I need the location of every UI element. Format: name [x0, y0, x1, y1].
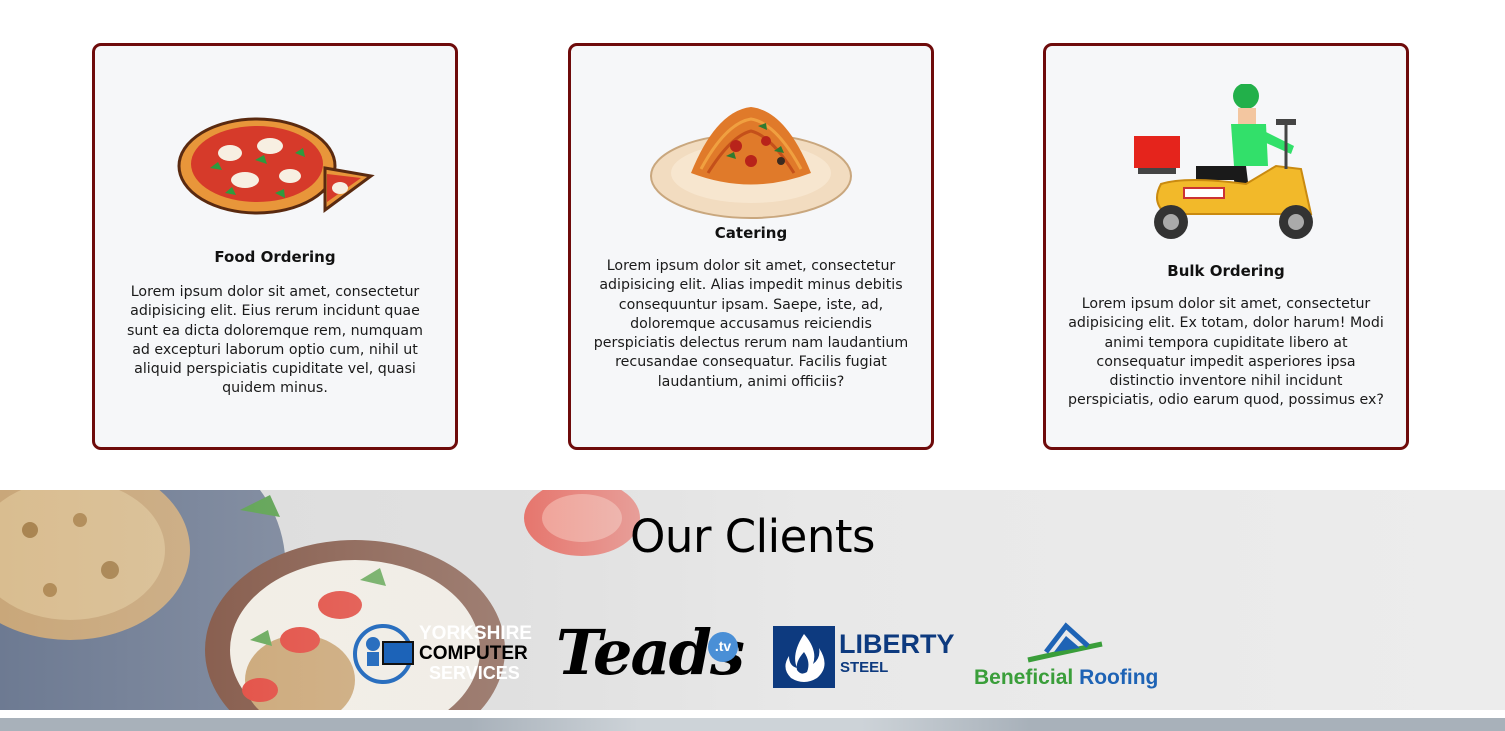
logo-text: YORKSHIRE [419, 623, 532, 644]
yorkshire-computer-services-logo[interactable]: YORKSHIRE COMPUTER SERVICES [353, 622, 533, 686]
footer-image-strip [0, 718, 1505, 731]
delivery-scooter-icon [1046, 84, 1406, 249]
logo-text: Roofing [1079, 666, 1159, 689]
service-description: Lorem ipsum dolor sit amet, consectetur … [127, 284, 423, 397]
roof-icon [1027, 622, 1103, 663]
service-card-bulk-ordering: Bulk Ordering Lorem ipsum dolor sit amet… [1043, 43, 1409, 450]
footer-image-highlight [470, 718, 1030, 731]
pizza-icon [95, 108, 455, 228]
logo-text: STEEL [840, 659, 889, 676]
clients-section: Our Clients YORKSHIRE COMPUTER SERVICES … [0, 490, 1505, 710]
liberty-steel-logo[interactable]: LIBERTY STEEL [773, 626, 955, 690]
flame-icon [773, 626, 835, 688]
service-title: Bulk Ordering [1167, 262, 1285, 280]
teads-logo[interactable]: Teads .tv [556, 616, 745, 696]
service-description: Lorem ipsum dolor sit amet, consectetur … [1068, 296, 1384, 409]
tv-badge: .tv [708, 632, 738, 662]
service-card-catering: Catering Lorem ipsum dolor sit amet, con… [568, 43, 934, 450]
service-description: Lorem ipsum dolor sit amet, consectetur … [593, 258, 909, 390]
service-card-food-ordering: Food Ordering Lorem ipsum dolor sit amet… [92, 43, 458, 450]
logo-text: COMPUTER [419, 643, 528, 664]
logo-text: LIBERTY [839, 629, 955, 659]
logo-text: SERVICES [429, 663, 520, 683]
service-title: Food Ordering [214, 248, 336, 266]
beneficial-roofing-logo[interactable]: Beneficial Roofing [974, 622, 1159, 694]
service-title: Catering [714, 224, 788, 242]
logo-text: Beneficial [974, 666, 1074, 689]
section-gap [0, 710, 1505, 718]
logo-wordmark: Beneficial Roofing [974, 666, 1158, 690]
services-section: Food Ordering Lorem ipsum dolor sit amet… [0, 0, 1505, 490]
clients-heading: Our Clients [630, 510, 875, 563]
spaghetti-plate-icon [571, 101, 931, 221]
